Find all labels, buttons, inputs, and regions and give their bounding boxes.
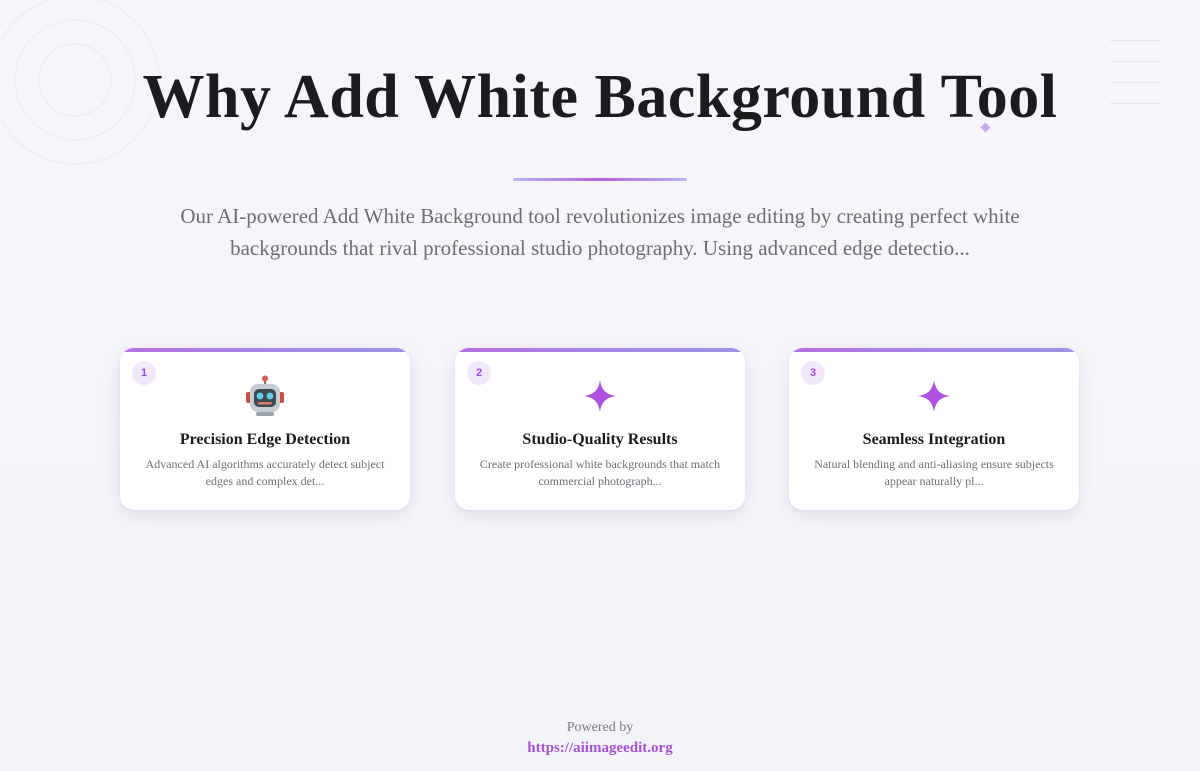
card-description: Create professional white backgrounds th…	[479, 457, 721, 488]
page-title: Why Add White Background Tool	[142, 63, 1058, 131]
website-link[interactable]: https://aiimageedit.org	[527, 740, 672, 757]
robot-icon	[120, 374, 410, 418]
card-description: Natural blending and anti-aliasing ensur…	[814, 457, 1054, 488]
card-title: Seamless Integration	[862, 431, 1006, 448]
feature-card-seamless-integration: 3 Seamless Integration Natural blending …	[789, 348, 1079, 510]
sparkle-icon	[455, 374, 745, 418]
title-divider	[513, 178, 687, 181]
feature-card-studio-quality: 2 Studio-Quality Results Create professi…	[455, 348, 745, 510]
feature-card-edge-detection: 1 Precision Edge Detection Advanced AI a…	[120, 348, 410, 510]
footer: Powered by https://aiimageedit.org	[0, 719, 1200, 757]
card-title: Precision Edge Detection	[179, 431, 351, 448]
hero-description: Our AI-powered Add White Background tool…	[180, 204, 1020, 260]
card-description: Advanced AI algorithms accurately detect…	[145, 457, 385, 488]
card-title: Studio-Quality Results	[522, 431, 678, 448]
sparkle-icon	[789, 374, 1079, 418]
powered-by-label: Powered by	[566, 720, 634, 735]
